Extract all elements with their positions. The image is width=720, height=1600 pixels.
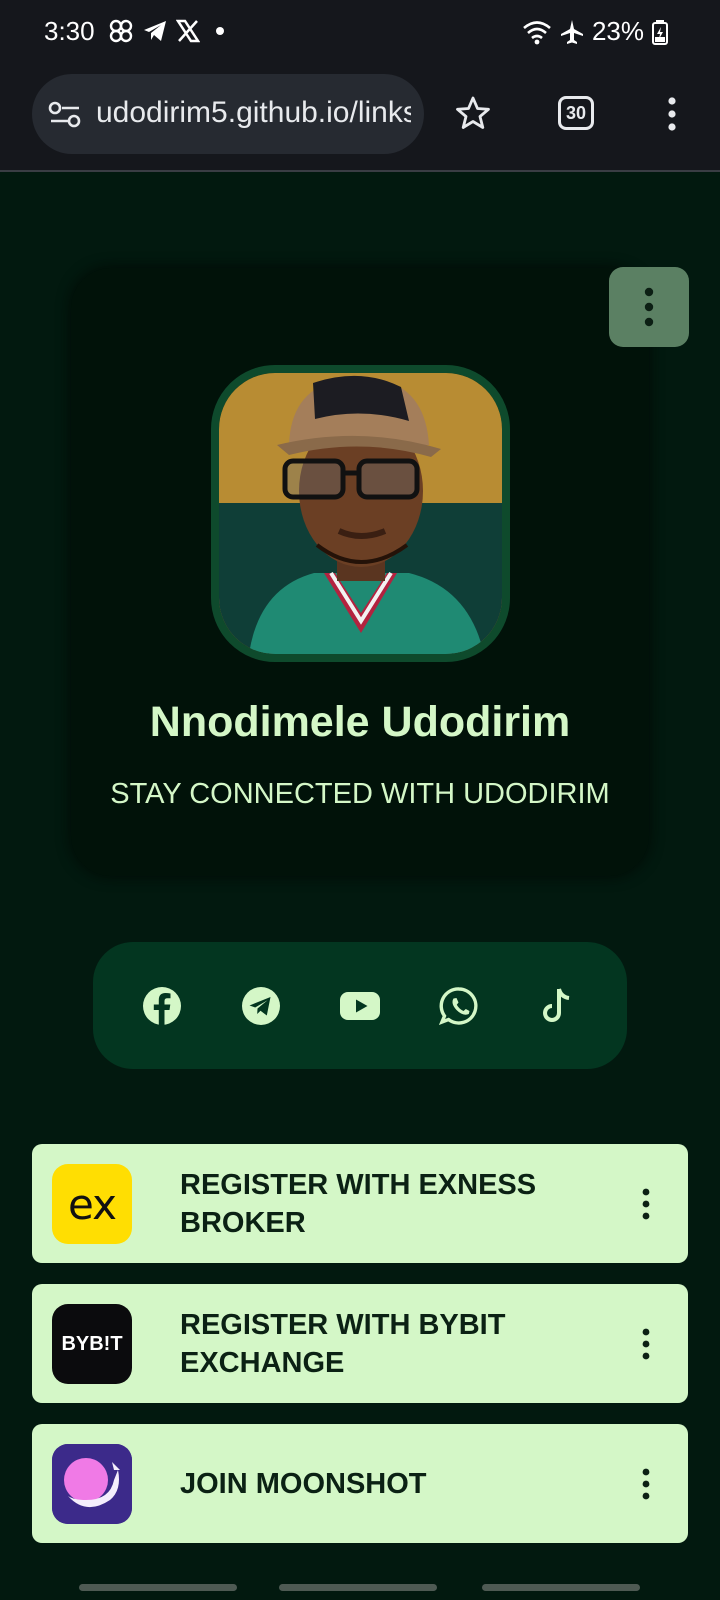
gesture-nav-bar: [0, 1570, 720, 1600]
pinwheel-icon: [109, 19, 133, 43]
dot-icon: [216, 27, 224, 35]
battery-icon: [652, 19, 668, 45]
telegram-link[interactable]: [231, 976, 291, 1036]
system-icons: 23%: [522, 16, 668, 47]
bookmark-star-icon[interactable]: [455, 95, 491, 131]
link-label: JOIN MOONSHOT: [180, 1467, 427, 1500]
battery-percent: 23%: [591, 16, 644, 46]
address-bar[interactable]: udodirim5.github.io/links: [32, 74, 424, 154]
telegram-icon: [242, 986, 281, 1025]
more-vertical-icon[interactable]: [640, 1328, 652, 1360]
link-label: REGISTER WITH BYBIT EXCHANGE: [180, 1308, 506, 1379]
browser-menu-icon[interactable]: [664, 96, 680, 132]
more-vertical-icon[interactable]: [640, 1188, 652, 1220]
profile-tagline: STAY CONNECTED WITH UDODIRIM: [110, 778, 610, 810]
avatar-photo: [219, 373, 502, 654]
facebook-link[interactable]: [132, 976, 192, 1036]
status-time: 3:30: [44, 16, 95, 46]
nav-pill[interactable]: [79, 1584, 237, 1591]
facebook-icon: [143, 986, 182, 1026]
exness-logo: ex: [52, 1164, 132, 1244]
notification-icons: [108, 18, 232, 44]
x-icon: [176, 19, 200, 43]
status-bar: 3:30 23%: [0, 0, 720, 66]
profile-name: Nnodimele Udodirim: [149, 698, 571, 746]
link-label: REGISTER WITH EXNESS BROKER: [180, 1168, 537, 1239]
link-card-exness[interactable]: ex REGISTER WITH EXNESS BROKER: [32, 1144, 688, 1263]
wifi-icon: [523, 20, 551, 44]
browser-toolbar: udodirim5.github.io/links 30: [0, 66, 720, 172]
exness-logo-text: ex: [68, 1179, 117, 1229]
nav-pill[interactable]: [279, 1584, 437, 1591]
tiktok-link[interactable]: [528, 976, 588, 1036]
whatsapp-icon: [438, 986, 478, 1025]
nav-pill[interactable]: [482, 1584, 640, 1591]
youtube-link[interactable]: [330, 976, 390, 1036]
more-vertical-icon[interactable]: [640, 1468, 652, 1500]
whatsapp-link[interactable]: [429, 976, 489, 1036]
profile-menu-button[interactable]: [609, 267, 689, 347]
telegram-icon: [144, 21, 166, 41]
link-card-bybit[interactable]: BYB!T REGISTER WITH BYBIT EXCHANGE: [32, 1284, 688, 1403]
moonshot-icon: [52, 1444, 132, 1524]
bybit-logo-text: BYB!T: [61, 1332, 123, 1355]
youtube-icon: [339, 991, 380, 1020]
more-vertical-icon: [644, 287, 654, 327]
tab-switcher-button[interactable]: 30: [558, 96, 594, 130]
bybit-logo: BYB!T: [52, 1304, 132, 1384]
site-settings-icon[interactable]: [48, 100, 82, 130]
tab-count: 30: [565, 102, 587, 123]
tiktok-icon: [542, 987, 569, 1022]
avatar: [211, 365, 510, 662]
airplane-icon: [560, 19, 583, 44]
link-card-moonshot[interactable]: JOIN MOONSHOT: [32, 1424, 688, 1543]
social-links-bar: [93, 942, 627, 1069]
moonshot-logo: [52, 1444, 132, 1524]
url-text[interactable]: udodirim5.github.io/links: [96, 96, 411, 130]
